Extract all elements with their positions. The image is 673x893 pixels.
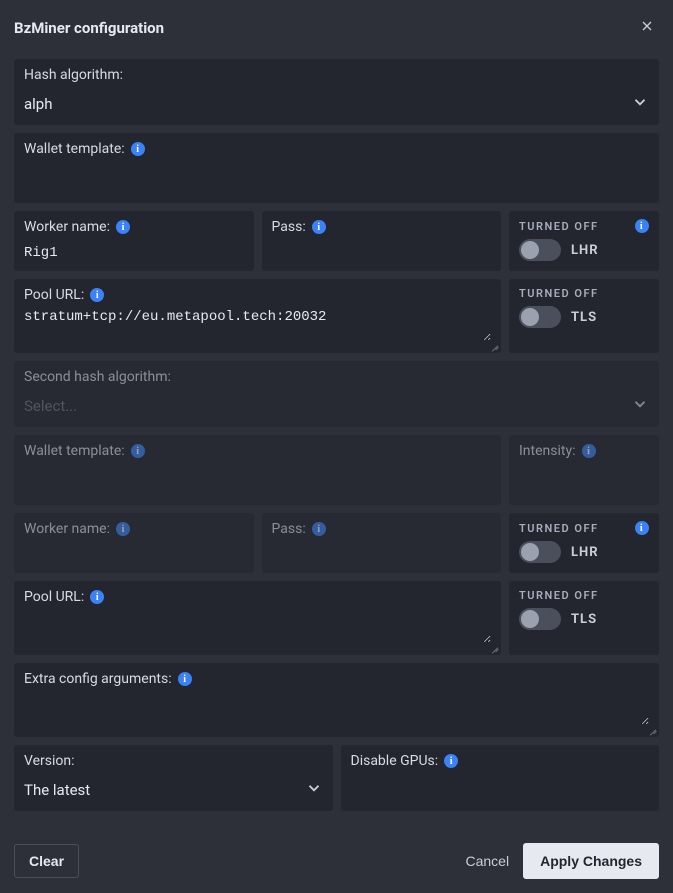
version-label: Version: <box>24 753 75 769</box>
second-hash-placeholder: Select... <box>24 397 77 415</box>
second-tls-toggle[interactable] <box>519 608 561 630</box>
pass-input[interactable] <box>272 241 492 263</box>
clear-button[interactable]: Clear <box>14 844 79 878</box>
second-tls-label: TLS <box>571 612 597 627</box>
info-icon[interactable]: i <box>116 220 130 234</box>
second-lhr-status: TURNED OFF <box>519 522 599 535</box>
second-lhr-label: LHR <box>571 545 599 560</box>
second-hash-field: Second hash algorithm: Select... <box>14 361 659 427</box>
wallet-template-input[interactable] <box>24 163 649 185</box>
info-icon[interactable]: i <box>90 288 104 302</box>
worker-name-label: Worker name: <box>24 219 110 235</box>
chevron-down-icon <box>631 395 649 417</box>
tls-status: TURNED OFF <box>519 287 599 300</box>
chevron-down-icon <box>631 93 649 115</box>
info-icon[interactable]: i <box>116 522 130 536</box>
wallet-template-field: Wallet template: i <box>14 133 659 203</box>
lhr-label: LHR <box>571 243 599 258</box>
pool-url-field: Pool URL: i <box>14 279 501 353</box>
second-pool-label: Pool URL: <box>24 589 84 605</box>
info-icon[interactable]: i <box>90 590 104 604</box>
second-tls-status: TURNED OFF <box>519 589 599 602</box>
close-icon <box>639 22 655 37</box>
modal-header: BzMiner configuration <box>14 14 659 53</box>
info-icon[interactable]: i <box>444 754 458 768</box>
version-value: The latest <box>24 781 90 799</box>
version-field: Version: The latest <box>14 745 333 811</box>
lhr-toggle[interactable] <box>519 239 561 261</box>
extra-args-input[interactable] <box>24 693 649 725</box>
second-pool-field: Pool URL: i <box>14 581 501 655</box>
second-lhr-card: TURNED OFF i LHR <box>509 513 659 573</box>
lhr-toggle-card: TURNED OFF i LHR <box>509 211 659 271</box>
info-icon[interactable]: i <box>131 444 145 458</box>
hash-algorithm-value: alph <box>24 95 53 113</box>
second-worker-label: Worker name: <box>24 521 110 537</box>
cancel-button[interactable]: Cancel <box>466 853 510 869</box>
resize-handle-icon <box>489 341 499 351</box>
extra-args-field: Extra config arguments: i <box>14 663 659 737</box>
info-icon[interactable]: i <box>312 220 326 234</box>
disable-gpus-field: Disable GPUs: i <box>341 745 660 811</box>
second-wallet-input[interactable] <box>24 465 491 487</box>
second-lhr-toggle[interactable] <box>519 541 561 563</box>
info-icon[interactable]: i <box>582 444 596 458</box>
resize-handle-icon <box>647 725 657 735</box>
second-intensity-input[interactable] <box>519 465 649 487</box>
second-pass-field: Pass: i <box>262 513 502 573</box>
info-icon[interactable]: i <box>178 672 192 686</box>
info-icon[interactable]: i <box>635 521 649 535</box>
second-pass-input[interactable] <box>272 543 492 565</box>
modal-footer: Clear Cancel Apply Changes <box>14 819 659 879</box>
apply-changes-button[interactable]: Apply Changes <box>523 843 659 879</box>
config-modal: BzMiner configuration Hash algorithm: al… <box>0 0 673 893</box>
second-hash-label: Second hash algorithm: <box>24 369 171 385</box>
second-worker-field: Worker name: i <box>14 513 254 573</box>
pool-url-label: Pool URL: <box>24 287 84 303</box>
second-worker-input[interactable] <box>24 543 244 565</box>
resize-handle-icon <box>489 643 499 653</box>
chevron-down-icon <box>305 779 323 801</box>
pass-field: Pass: i <box>262 211 502 271</box>
disable-gpus-input[interactable] <box>351 775 650 797</box>
second-tls-card: TURNED OFF TLS <box>509 581 659 655</box>
tls-toggle-card: TURNED OFF TLS <box>509 279 659 353</box>
tls-label: TLS <box>571 310 597 325</box>
tls-toggle[interactable] <box>519 306 561 328</box>
worker-name-input[interactable] <box>24 241 244 263</box>
second-hash-select[interactable]: Select... <box>24 391 649 419</box>
hash-algorithm-label: Hash algorithm: <box>24 67 123 83</box>
hash-algorithm-field: Hash algorithm: alph <box>14 59 659 125</box>
close-button[interactable] <box>635 14 659 41</box>
extra-args-label: Extra config arguments: <box>24 671 172 687</box>
lhr-status: TURNED OFF <box>519 220 599 233</box>
info-icon[interactable]: i <box>312 522 326 536</box>
second-wallet-field: Wallet template: i <box>14 435 501 505</box>
version-select[interactable]: The latest <box>24 775 323 803</box>
info-icon[interactable]: i <box>635 219 649 233</box>
second-intensity-label: Intensity: <box>519 443 576 459</box>
second-algo-section: Second hash algorithm: Select... Wallet … <box>14 361 659 655</box>
second-intensity-field: Intensity: i <box>509 435 659 505</box>
second-wallet-label: Wallet template: <box>24 443 125 459</box>
worker-name-field: Worker name: i <box>14 211 254 271</box>
info-icon[interactable]: i <box>131 142 145 156</box>
pool-url-input[interactable] <box>24 309 491 341</box>
wallet-template-label: Wallet template: <box>24 141 125 157</box>
pass-label: Pass: <box>272 219 306 235</box>
hash-algorithm-select[interactable]: alph <box>24 89 649 117</box>
modal-title: BzMiner configuration <box>14 19 164 37</box>
disable-gpus-label: Disable GPUs: <box>351 753 439 769</box>
second-pool-input[interactable] <box>24 611 491 643</box>
second-pass-label: Pass: <box>272 521 306 537</box>
